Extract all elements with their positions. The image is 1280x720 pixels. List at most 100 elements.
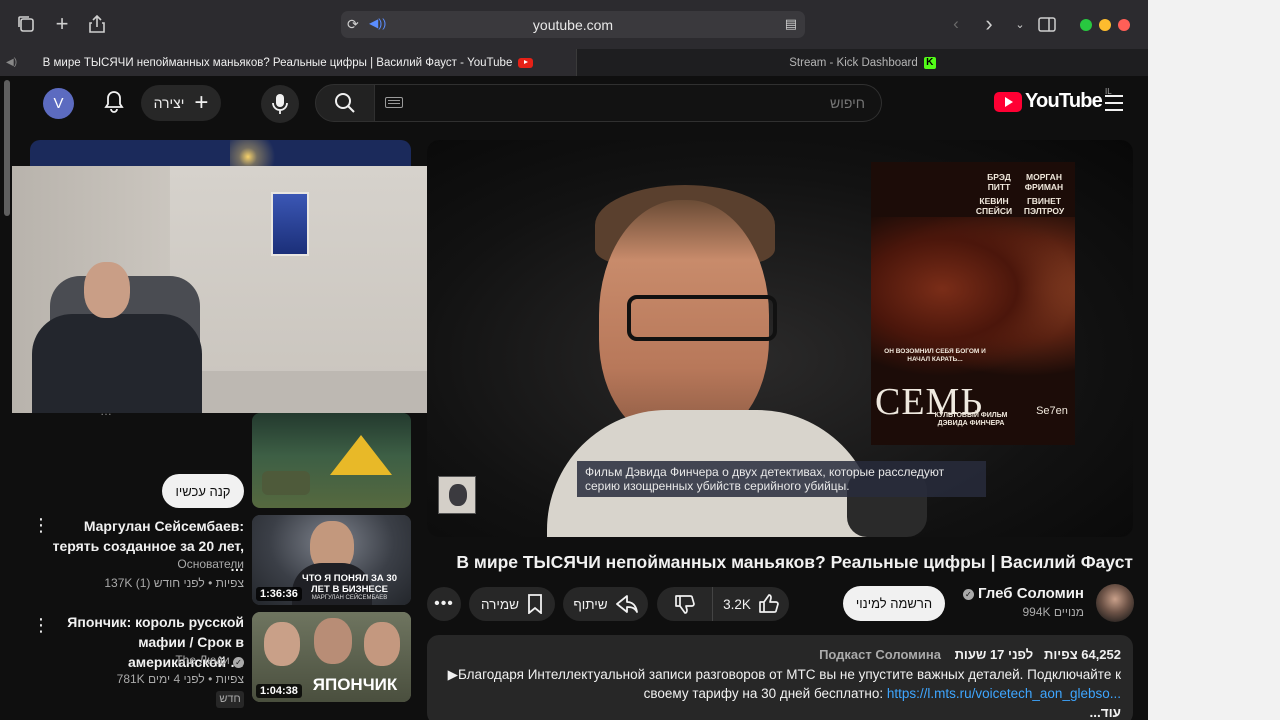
new-tab-icon[interactable]: + — [50, 11, 74, 36]
video-meta: 137K צפיות • לפני חודש (1) — [104, 576, 244, 590]
save-label: שמירה — [480, 596, 519, 612]
poster-actor: БРЭД ПИТТ — [987, 172, 1011, 192]
chevron-down-icon[interactable]: ⌄ — [1008, 12, 1032, 36]
verified-icon: ✓ — [233, 657, 244, 668]
browser-toolbar: + ⟳ ◀)) youtube.com ▤ ‹ › ⌄ — [0, 0, 1148, 49]
notifications-bell-icon[interactable] — [101, 90, 127, 116]
person-face-graphic — [314, 618, 352, 664]
channel-name[interactable]: The Люди ✓ — [48, 651, 244, 669]
search-input[interactable] — [375, 84, 882, 122]
zoom-window-button[interactable] — [1080, 19, 1092, 31]
share-page-icon[interactable] — [85, 12, 109, 36]
channel-name[interactable]: Основатели — [48, 555, 244, 573]
youtube-header: V יצירה + YouTube IL — [0, 76, 1148, 130]
sparkle-graphic — [230, 140, 290, 168]
ad-banner[interactable] — [30, 140, 411, 168]
speaker-glasses-graphic — [627, 295, 777, 341]
desktop-background — [1148, 0, 1280, 720]
subscriber-count: 994K מנויים — [1022, 605, 1084, 619]
person-head-graphic — [84, 262, 130, 318]
tab-youtube-video[interactable]: ◀) В мире ТЫСЯЧИ непойманных маньяков? Р… — [0, 49, 576, 76]
youtube-favicon — [518, 57, 534, 68]
description-tag[interactable]: Подкаст Соломина — [819, 647, 941, 662]
channel-name-text: Глеб Соломин — [978, 585, 1084, 602]
video-duration: 1:36:36 — [256, 587, 302, 601]
dislike-button[interactable] — [657, 587, 712, 621]
kick-favicon: K — [923, 56, 936, 69]
poster-actor: ГВИНЕТ ПЭЛТРОУ — [1023, 196, 1065, 216]
create-button[interactable]: יצירה + — [141, 85, 221, 121]
tab-title: В мире ТЫСЯЧИ непойманных маньяков? Реал… — [42, 56, 513, 69]
youtube-play-icon — [994, 91, 1022, 112]
ad-thumbnail[interactable] — [252, 413, 411, 508]
video-thumbnail[interactable]: ЧТО Я ПОНЯЛ ЗА 30 ЛЕТ В БИЗНЕСЕ МАРГУЛАН… — [252, 515, 411, 605]
url-text: youtube.com — [532, 16, 614, 33]
movie-poster: БРЭД ПИТТ МОРГАН ФРИМАН КЕВИН СПЕЙСИ ГВИ… — [871, 162, 1075, 445]
person-face-graphic — [364, 622, 400, 666]
subscribe-button[interactable]: הרשמה למינוי — [843, 586, 945, 621]
verified-icon: ✓ — [962, 589, 974, 600]
account-avatar[interactable]: V — [43, 88, 74, 119]
forward-icon[interactable]: › — [977, 11, 1001, 36]
thumbnail-subtext: МАРГУЛАН СЕЙСЕМБАЕВ — [311, 595, 388, 601]
browser-window: + ⟳ ◀)) youtube.com ▤ ‹ › ⌄ ◀) В мире ТЫ… — [0, 0, 1148, 720]
back-icon[interactable]: ‹ — [944, 12, 968, 36]
description-line: ▶Благодаря Интеллектуальной записи разго… — [447, 667, 1121, 682]
keyboard-icon[interactable] — [385, 97, 403, 108]
poster-title-en: Se7en — [1036, 405, 1068, 417]
logo-text: YouTube — [1025, 90, 1103, 112]
speaker-icon[interactable]: ◀) — [6, 57, 17, 68]
person-face-graphic — [264, 622, 300, 666]
bookmark-icon — [528, 594, 542, 614]
person-body-graphic — [32, 314, 202, 413]
like-count: 3.2K — [723, 596, 751, 612]
tab-kick-dashboard[interactable]: Stream - Kick Dashboard K — [576, 49, 1148, 76]
new-badge: חדש — [216, 691, 244, 708]
channel-watermark[interactable] — [438, 476, 476, 514]
video-duration: 1:04:38 — [256, 684, 302, 698]
description-meta: 64,252 צפיות לפני 17 שעות Подкаст Соломи… — [819, 647, 1121, 662]
poster-actor: МОРГАН ФРИМАН — [1024, 172, 1064, 192]
sidebar-toggle-icon[interactable] — [1035, 12, 1059, 36]
video-player[interactable]: БРЭД ПИТТ МОРГАН ФРИМАН КЕВИН СПЕЙСИ ГВИ… — [427, 140, 1133, 537]
tab-title: Stream - Kick Dashboard — [789, 56, 918, 69]
poster-footer: КУЛЬТОВЫЙ ФИЛЬМ ДЭВИДА ФИНЧЕРА — [934, 412, 1008, 427]
more-actions-button[interactable]: ••• — [427, 587, 461, 621]
channel-name[interactable]: ✓ Глеб Соломин — [955, 585, 1084, 602]
search-icon — [335, 93, 355, 113]
wall-poster-graphic — [271, 192, 309, 256]
poster-actor: КЕВИН СПЕЙСИ — [975, 196, 1013, 216]
video-thumbnail[interactable]: ЯПОНЧИК 1:04:38 — [252, 612, 411, 702]
reader-mode-icon[interactable]: ▤ — [785, 16, 797, 32]
address-bar[interactable]: ⟳ ◀)) youtube.com ▤ — [341, 11, 805, 38]
tab-overview-icon[interactable] — [14, 12, 38, 36]
save-button[interactable]: שמירה — [469, 587, 555, 621]
share-button[interactable]: שיתוף — [563, 587, 648, 621]
close-window-button[interactable] — [1118, 19, 1130, 31]
description-box[interactable]: 64,252 צפיות לפני 17 שעות Подкаст Соломи… — [427, 635, 1133, 720]
video-meta: 781K צפיות • לפני 4 ימים — [116, 672, 244, 686]
audio-playing-icon[interactable]: ◀)) — [369, 16, 386, 30]
video-title: В мире ТЫСЯЧИ непойманных маньяков? Реал… — [456, 552, 1133, 572]
more-options-icon[interactable]: ⋮ — [32, 616, 50, 634]
upload-age: לפני 17 שעות — [954, 647, 1034, 662]
buy-now-button[interactable]: קנה עכשיו — [162, 474, 244, 508]
backpack-graphic — [262, 471, 310, 495]
menu-icon[interactable] — [1105, 95, 1123, 111]
search-button[interactable] — [315, 84, 375, 122]
voice-search-button[interactable] — [261, 85, 299, 123]
view-count: 64,252 צפיות — [1044, 647, 1121, 662]
reload-icon[interactable]: ⟳ — [347, 16, 359, 33]
more-options-icon[interactable]: ⋮ — [32, 516, 50, 534]
minimize-window-button[interactable] — [1099, 19, 1111, 31]
youtube-logo[interactable]: YouTube IL — [994, 87, 1112, 113]
show-more-link[interactable]: ...עוד — [1089, 705, 1121, 720]
video-title-line: Япончик: король русской — [67, 614, 244, 630]
like-button[interactable]: 3.2K — [712, 587, 789, 621]
description-link[interactable]: https://l.mts.ru/voicetech_aon_glebso... — [887, 686, 1121, 701]
page-scrollbar[interactable] — [4, 80, 10, 216]
poster-tagline: ОН ВОЗОМНИЛ СЕБЯ БОГОМ И НАЧАЛ КАРАТЬ... — [884, 348, 986, 363]
plus-icon: + — [194, 89, 209, 116]
channel-avatar[interactable] — [1096, 584, 1134, 622]
floor-graphic — [170, 371, 452, 413]
